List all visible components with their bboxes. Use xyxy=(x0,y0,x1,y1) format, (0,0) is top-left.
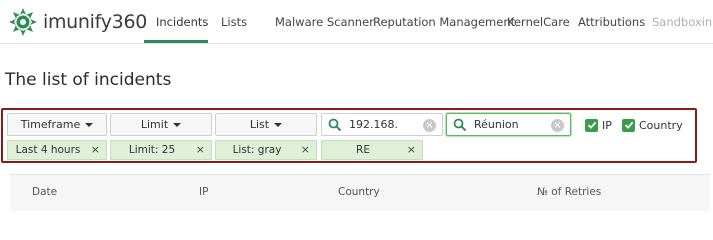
top-navigation-bar: imunify360 Incidents Lists Malware Scann… xyxy=(0,0,713,44)
clear-country-search-icon[interactable]: × xyxy=(551,119,564,132)
country-search-input[interactable]: Réunion × xyxy=(446,113,571,136)
limit-dropdown[interactable]: Limit xyxy=(110,113,212,136)
ip-search-value: 192.168. xyxy=(349,118,398,131)
active-tab-indicator xyxy=(144,40,208,43)
limit-dropdown-label: Limit xyxy=(140,118,169,131)
filter-chip-timeframe: Last 4 hours × xyxy=(7,140,107,160)
page-title: The list of incidents xyxy=(5,70,172,90)
column-header-country[interactable]: Country xyxy=(338,186,380,198)
chip-label: List: gray xyxy=(232,144,282,156)
checkmark-icon xyxy=(622,118,635,132)
filter-chip-limit: Limit: 25 × xyxy=(110,140,212,160)
chip-label: Limit: 25 xyxy=(128,144,176,156)
column-header-date[interactable]: Date xyxy=(32,186,57,198)
ip-checkbox[interactable]: IP xyxy=(585,118,612,132)
tab-kernelcare[interactable]: KernelCare xyxy=(507,0,570,44)
ip-search-input[interactable]: 192.168. × xyxy=(321,113,443,136)
filter-panel: Timeframe Limit List 192.168. × Réunion … xyxy=(1,108,697,163)
country-checkbox[interactable]: Country xyxy=(622,118,683,132)
caret-down-icon xyxy=(274,122,283,127)
timeframe-dropdown[interactable]: Timeframe xyxy=(7,113,107,136)
timeframe-dropdown-label: Timeframe xyxy=(20,118,81,131)
caret-down-icon xyxy=(173,122,182,127)
imunify360-logo[interactable]: imunify360 xyxy=(8,8,147,36)
imunify-logo-icon xyxy=(9,8,37,36)
tab-incidents[interactable]: Incidents xyxy=(156,0,208,44)
chip-label: RE xyxy=(356,144,370,156)
checkmark-icon xyxy=(585,118,598,132)
tab-reputation-management[interactable]: Reputation Management xyxy=(373,0,515,44)
search-icon xyxy=(453,118,467,132)
ip-checkbox-label: IP xyxy=(602,118,612,132)
caret-down-icon xyxy=(85,122,94,127)
clear-ip-search-icon[interactable]: × xyxy=(423,119,436,132)
remove-chip-icon[interactable]: × xyxy=(301,141,310,159)
remove-chip-icon[interactable]: × xyxy=(196,141,205,159)
column-header-retries[interactable]: № of Retries xyxy=(537,186,601,198)
incidents-table-header: Date IP Country № of Retries xyxy=(10,174,710,211)
chip-label: Last 4 hours xyxy=(15,144,81,156)
country-checkbox-label: Country xyxy=(639,118,683,132)
filter-chip-list: List: gray × xyxy=(215,140,317,160)
list-dropdown[interactable]: List xyxy=(215,113,317,136)
search-icon xyxy=(328,118,342,132)
country-search-value: Réunion xyxy=(474,118,519,131)
remove-chip-icon[interactable]: × xyxy=(91,141,100,159)
list-dropdown-label: List xyxy=(249,118,270,131)
logo-text: imunify360 xyxy=(43,11,148,33)
filter-chip-country: RE × xyxy=(321,140,423,160)
remove-chip-icon[interactable]: × xyxy=(407,141,416,159)
tab-malware-scanner[interactable]: Malware Scanner xyxy=(275,0,374,44)
tab-sandboxing[interactable]: Sandboxing xyxy=(652,0,713,44)
tab-attributions[interactable]: Attributions xyxy=(578,0,645,44)
column-header-ip[interactable]: IP xyxy=(199,186,208,198)
tab-lists[interactable]: Lists xyxy=(221,0,247,44)
